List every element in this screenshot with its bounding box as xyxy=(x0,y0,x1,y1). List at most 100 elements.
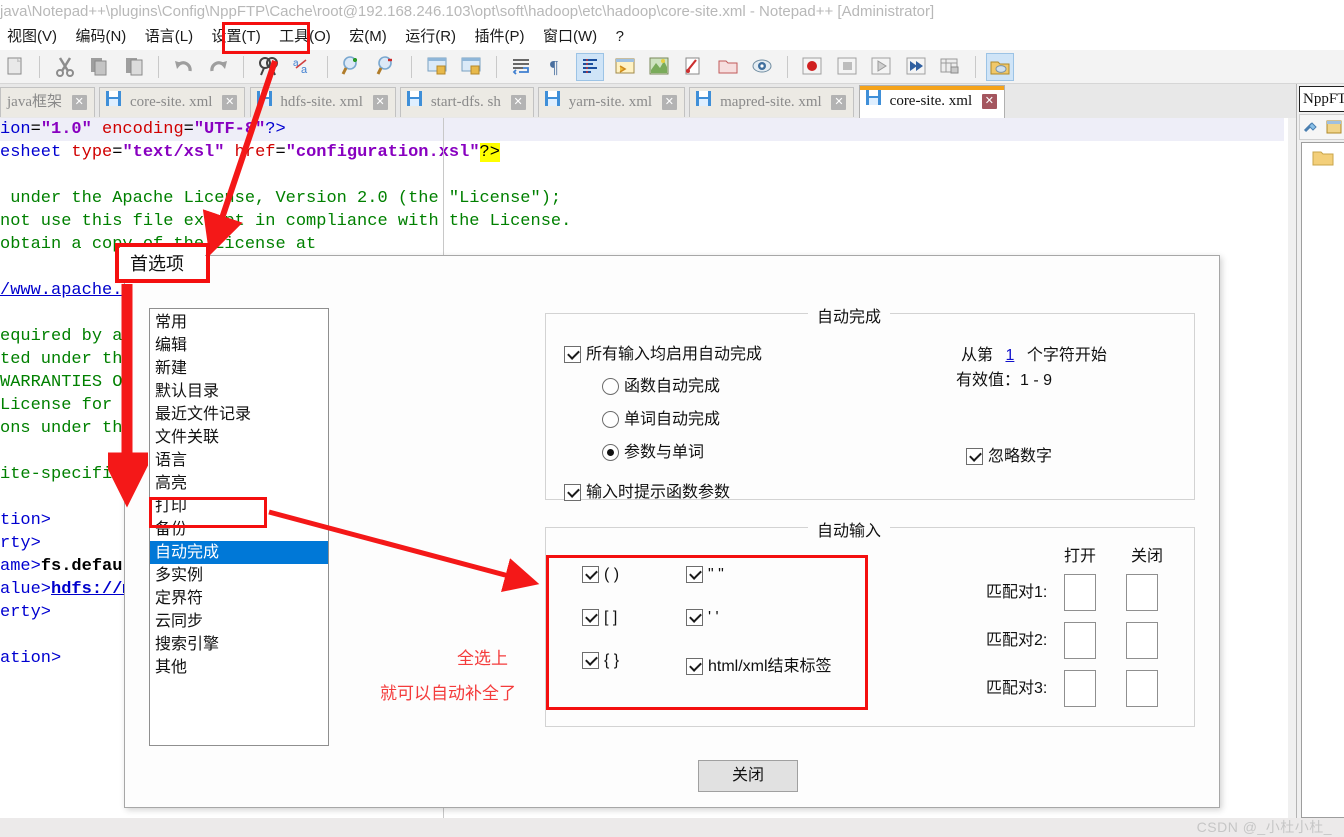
auto-insert-squote-checkbox[interactable] xyxy=(686,609,703,626)
menu-tools[interactable]: 工具(O) xyxy=(272,24,338,50)
menu-macro[interactable]: 宏(M) xyxy=(342,24,394,50)
tab-close-icon[interactable]: ✕ xyxy=(661,95,677,111)
show-all-chars-icon[interactable] xyxy=(611,53,639,81)
matched-pair-1-close-input[interactable] xyxy=(1126,574,1158,611)
tab-close-icon[interactable]: ✕ xyxy=(510,95,526,111)
preferences-category-list[interactable]: 常用 编辑 新建 默认目录 最近文件记录 文件关联 语言 高亮 打印 备份 自动… xyxy=(149,308,329,746)
function-param-hint-row[interactable]: 输入时提示函数参数 xyxy=(564,478,730,502)
auto-insert-squote-row[interactable]: ' ' xyxy=(686,609,719,627)
folder-icon[interactable] xyxy=(1312,149,1334,172)
menu-encoding[interactable]: 编码(N) xyxy=(68,24,133,50)
user-defined-lang-icon[interactable] xyxy=(645,53,673,81)
find-icon[interactable] xyxy=(254,53,282,81)
tab-yarn-site-xml[interactable]: yarn-site. xml ✕ xyxy=(538,87,685,117)
zoom-in-icon[interactable] xyxy=(338,53,366,81)
cut-icon[interactable] xyxy=(51,53,79,81)
matched-pair-2-open-input[interactable] xyxy=(1064,622,1096,659)
tab-close-icon[interactable]: ✕ xyxy=(981,94,997,110)
category-item[interactable]: 文件关联 xyxy=(150,426,328,449)
copy-icon[interactable] xyxy=(85,53,113,81)
menu-run[interactable]: 运行(R) xyxy=(398,24,463,50)
redo-icon[interactable] xyxy=(204,53,232,81)
tab-core-site-xml-active[interactable]: core-site. xml ✕ xyxy=(858,85,1005,118)
category-item[interactable]: 云同步 xyxy=(150,610,328,633)
auto-insert-brace-row[interactable]: { } xyxy=(582,652,619,670)
function-completion-radio[interactable] xyxy=(602,378,619,395)
tab-close-icon[interactable]: ✕ xyxy=(71,95,87,111)
tab-mapred-site-xml[interactable]: mapred-site. xml ✕ xyxy=(689,87,855,117)
category-item[interactable]: 搜索引擎 xyxy=(150,633,328,656)
preview-icon[interactable] xyxy=(748,53,776,81)
function-param-hint-checkbox[interactable] xyxy=(564,484,581,501)
paste-icon[interactable] xyxy=(120,53,148,81)
run-multiple-macro-icon[interactable] xyxy=(902,53,930,81)
auto-insert-htmltag-row[interactable]: html/xml结束标签 xyxy=(686,652,832,676)
auto-insert-paren-checkbox[interactable] xyxy=(582,566,599,583)
matched-pair-3-close-input[interactable] xyxy=(1126,670,1158,707)
nppftp-file-tree[interactable] xyxy=(1301,142,1344,818)
enable-auto-completion-checkbox[interactable] xyxy=(564,346,581,363)
matched-pair-2-close-input[interactable] xyxy=(1126,622,1158,659)
undo-icon[interactable] xyxy=(170,53,198,81)
params-and-word-radio[interactable] xyxy=(602,444,619,461)
word-completion-row[interactable]: 单词自动完成 xyxy=(602,405,720,429)
from-nth-char-value[interactable]: 1 xyxy=(1005,347,1014,364)
nppftp-settings-icon[interactable] xyxy=(1326,119,1343,141)
editor-vertical-scrollbar[interactable] xyxy=(1288,118,1296,818)
category-item[interactable]: 打印 xyxy=(150,495,328,518)
auto-insert-bracket-row[interactable]: [ ] xyxy=(582,609,617,627)
category-item-auto-completion[interactable]: 自动完成 xyxy=(150,541,328,564)
function-completion-row[interactable]: 函数自动完成 xyxy=(602,372,720,396)
play-macro-icon[interactable] xyxy=(867,53,895,81)
connect-icon[interactable] xyxy=(1303,119,1320,141)
category-item[interactable]: 多实例 xyxy=(150,564,328,587)
save-macro-icon[interactable] xyxy=(936,53,964,81)
sync-scroll-h-icon[interactable] xyxy=(457,53,485,81)
category-item[interactable]: 编辑 xyxy=(150,334,328,357)
ignore-numbers-checkbox[interactable] xyxy=(966,448,983,465)
word-completion-radio[interactable] xyxy=(602,411,619,428)
ignore-numbers-row[interactable]: 忽略数字 xyxy=(966,442,1052,466)
record-macro-icon[interactable] xyxy=(798,53,826,81)
tab-java-framework[interactable]: java框架 ✕ xyxy=(0,87,95,117)
enable-auto-completion-row[interactable]: 所有输入均启用自动完成 xyxy=(564,340,762,364)
tab-start-dfs-sh[interactable]: start-dfs. sh ✕ xyxy=(400,87,534,117)
auto-insert-brace-checkbox[interactable] xyxy=(582,652,599,669)
tab-close-icon[interactable]: ✕ xyxy=(831,95,847,111)
category-item[interactable]: 高亮 xyxy=(150,472,328,495)
category-item[interactable]: 最近文件记录 xyxy=(150,403,328,426)
tab-core-site-xml-1[interactable]: core-site. xml ✕ xyxy=(99,87,246,117)
auto-insert-htmltag-checkbox[interactable] xyxy=(686,658,703,675)
tab-close-icon[interactable]: ✕ xyxy=(222,95,238,111)
new-file-icon[interactable] xyxy=(1,53,29,81)
menu-plugins[interactable]: 插件(P) xyxy=(468,24,532,50)
zoom-out-icon[interactable] xyxy=(373,53,401,81)
menu-help[interactable]: ? xyxy=(609,24,631,50)
nppftp-toggle-icon[interactable] xyxy=(985,53,1014,81)
menu-view[interactable]: 视图(V) xyxy=(0,24,64,50)
auto-insert-dquote-checkbox[interactable] xyxy=(686,566,703,583)
category-item[interactable]: 语言 xyxy=(150,449,328,472)
sync-scroll-v-icon[interactable] xyxy=(423,53,451,81)
category-item[interactable]: 默认目录 xyxy=(150,380,328,403)
auto-insert-bracket-checkbox[interactable] xyxy=(582,609,599,626)
category-item[interactable]: 常用 xyxy=(150,311,328,334)
tab-hdfs-site-xml[interactable]: hdfs-site. xml ✕ xyxy=(249,87,396,117)
category-item[interactable]: 定界符 xyxy=(150,587,328,610)
menu-language[interactable]: 语言(L) xyxy=(138,24,200,50)
indent-guide-icon[interactable] xyxy=(576,53,605,81)
stop-macro-icon[interactable] xyxy=(833,53,861,81)
params-and-word-row[interactable]: 参数与单词 xyxy=(602,438,704,462)
menu-settings[interactable]: 设置(T) xyxy=(205,24,268,50)
menu-window[interactable]: 窗口(W) xyxy=(536,24,604,50)
auto-insert-paren-row[interactable]: ( ) xyxy=(582,566,619,584)
category-item[interactable]: 备份 xyxy=(150,518,328,541)
pilcrow-icon[interactable]: ¶ xyxy=(542,53,570,81)
replace-icon[interactable]: aa xyxy=(289,53,317,81)
category-item[interactable]: 新建 xyxy=(150,357,328,380)
category-item[interactable]: 其他 xyxy=(150,656,328,679)
auto-insert-dquote-row[interactable]: " " xyxy=(686,566,724,584)
edit-macro-icon[interactable] xyxy=(679,53,707,81)
tab-close-icon[interactable]: ✕ xyxy=(372,95,388,111)
open-folder-icon[interactable] xyxy=(714,53,742,81)
